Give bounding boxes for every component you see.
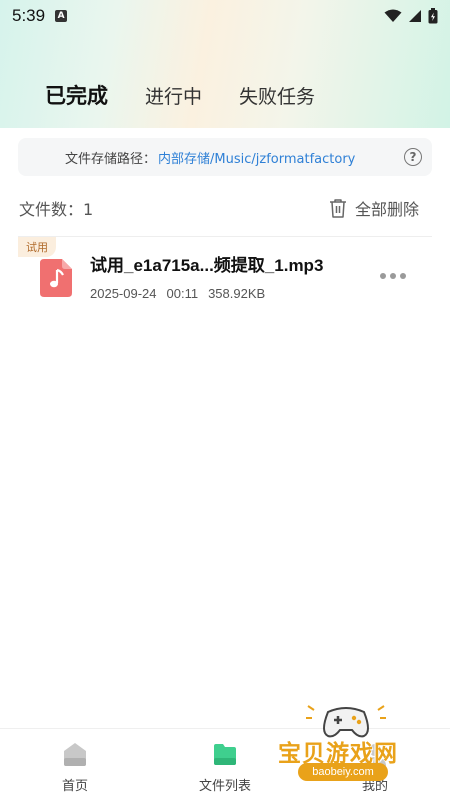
status-time: 5:39 <box>12 6 46 25</box>
signal-icon <box>409 10 421 22</box>
tab-completed[interactable]: 已完成 <box>45 80 108 110</box>
watermark-logo: 宝贝游戏网 baobeiy.com <box>272 700 422 798</box>
folder-icon <box>214 744 236 765</box>
trash-icon <box>329 199 346 218</box>
storage-path-label: 文件存储路径： <box>65 151 157 167</box>
trial-badge: 试用 <box>18 237 56 257</box>
file-size: 358.92KB <box>208 286 266 301</box>
nav-label-file-list: 文件列表 <box>198 779 251 794</box>
battery-icon <box>428 8 438 24</box>
tab-in-progress[interactable]: 进行中 <box>145 82 202 109</box>
task-tabs: 已完成 进行中 失败任务 <box>45 80 352 110</box>
app-notification-icon: A <box>55 10 68 22</box>
status-bar: 5:39 A <box>0 0 450 32</box>
delete-all-button[interactable]: 全部删除 <box>329 196 419 220</box>
more-options-icon[interactable] <box>380 273 406 279</box>
list-item[interactable]: 试用 试用_e1a715a...频提取_1.mp3 2025-09-24 00:… <box>0 237 450 307</box>
help-icon[interactable]: ? <box>404 148 422 166</box>
file-count-row: 文件数：1 全部删除 <box>19 196 419 220</box>
music-file-icon <box>40 259 72 297</box>
file-name: 试用_e1a715a...频提取_1.mp3 <box>90 256 324 275</box>
wifi-icon <box>384 9 402 22</box>
nav-item-home[interactable]: 首页 <box>0 729 150 800</box>
file-date: 2025-09-24 <box>90 286 157 301</box>
storage-path-bar: 文件存储路径： 内部存储/Music/jzformatfactory ? <box>18 138 432 176</box>
watermark-url: baobeiy.com <box>298 763 388 781</box>
nav-label-home: 首页 <box>61 779 88 794</box>
delete-all-label: 全部删除 <box>354 200 419 219</box>
storage-path-link[interactable]: 内部存储/Music/jzformatfactory <box>158 148 355 167</box>
status-icons <box>384 8 438 24</box>
file-meta: 2025-09-24 00:11 358.92KB <box>90 286 265 301</box>
file-count-label: 文件数：1 <box>19 200 94 219</box>
file-time: 00:11 <box>166 286 199 301</box>
tab-failed[interactable]: 失败任务 <box>239 82 315 109</box>
home-icon <box>64 743 86 766</box>
